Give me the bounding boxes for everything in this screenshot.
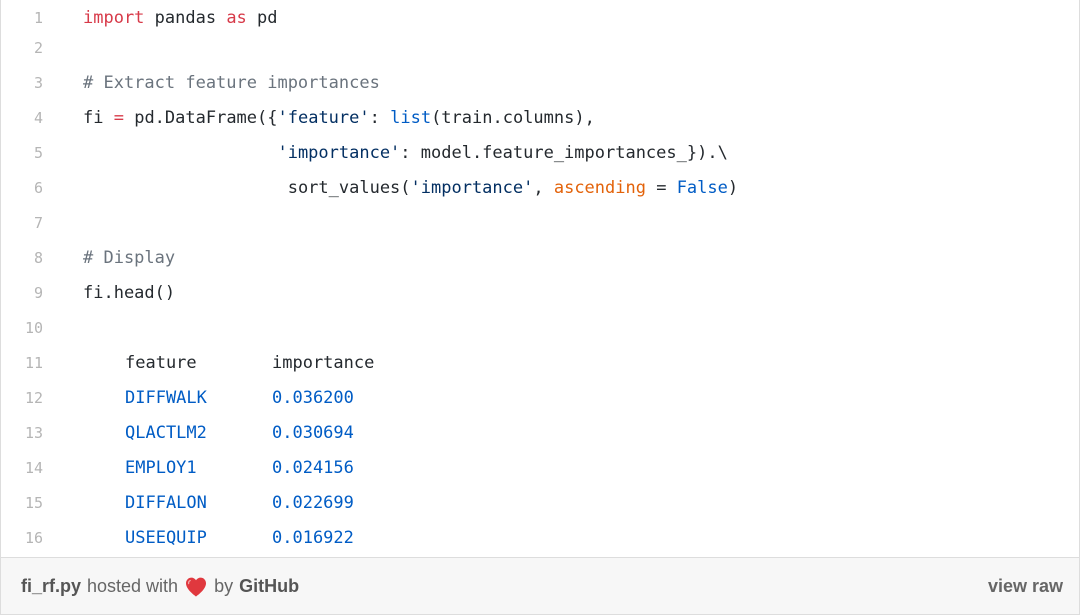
line-number[interactable]: 5 <box>1 144 43 162</box>
code-text: 'importance': model.feature_importances_… <box>83 142 728 163</box>
by-text: by <box>214 576 234 596</box>
keyword-import: import <box>83 7 145 28</box>
gist-meta: fi_rf.py hosted with by GitHub <box>21 558 299 614</box>
hosted-with-text: hosted with <box>87 576 179 596</box>
constant-false: False <box>676 177 728 198</box>
colon: : <box>369 107 391 128</box>
alias-name: pd <box>246 7 278 28</box>
github-link[interactable]: GitHub <box>239 576 299 597</box>
string-importance: 'importance' <box>277 142 401 163</box>
string-feature: 'feature' <box>277 107 370 128</box>
line-number[interactable]: 16 <box>1 529 43 547</box>
rest: : model.feature_importances_}).\ <box>400 142 728 163</box>
line-number[interactable]: 1 <box>1 9 43 27</box>
code-text: fi.head() <box>83 282 176 303</box>
line-number[interactable]: 10 <box>1 319 43 337</box>
code-line-3: 3 # Extract feature importances <box>1 65 1079 100</box>
view-raw-link[interactable]: view raw <box>988 558 1063 614</box>
table-cell-feature: QLACTLM2 <box>125 422 207 443</box>
line-number[interactable]: 12 <box>1 389 43 407</box>
operator-equals: = <box>113 107 124 128</box>
table-row: 13 QLACTLM2 0.030694 <box>1 415 1079 450</box>
code-text: fi = pd.DataFrame({'feature': list(train… <box>83 108 595 128</box>
table-cell-importance: 0.024156 <box>272 457 354 478</box>
code-line-5: 5 'importance': model.feature_importance… <box>1 135 1079 170</box>
equals: = <box>645 177 677 198</box>
line-number[interactable]: 3 <box>1 74 43 92</box>
line-number[interactable]: 7 <box>1 214 43 232</box>
table-cell-feature: DIFFWALK <box>125 387 207 408</box>
table-cell-importance: 0.030694 <box>272 422 354 443</box>
code-line-7: 7 <box>1 205 1079 240</box>
table-row: 12 DIFFWALK 0.036200 <box>1 380 1079 415</box>
code-text: import pandas as pd <box>83 8 278 28</box>
table-cell-importance: 0.036200 <box>272 387 354 408</box>
table-cell-feature: DIFFALON <box>125 492 207 513</box>
code-line-2: 2 <box>1 30 1079 65</box>
line-number[interactable]: 4 <box>1 109 43 127</box>
table-header-feature: feature <box>125 352 197 373</box>
line-number[interactable]: 9 <box>1 284 43 302</box>
builtin-list: list <box>390 107 432 128</box>
comment: # Extract feature importances <box>83 72 380 93</box>
keyword-as: as <box>226 7 247 28</box>
line-number[interactable]: 15 <box>1 494 43 512</box>
variable: fi <box>83 107 114 128</box>
module-name: pandas <box>144 7 227 28</box>
comma: , <box>533 177 554 198</box>
code-line-8: 8 # Display <box>1 240 1079 275</box>
code-line-4: 4 fi = pd.DataFrame({'feature': list(tra… <box>1 100 1079 135</box>
line-number[interactable]: 14 <box>1 459 43 477</box>
call: pd.DataFrame({ <box>123 107 278 128</box>
line-number[interactable]: 8 <box>1 249 43 267</box>
heart-icon <box>184 575 208 599</box>
call: sort_values( <box>287 177 411 198</box>
string-arg: 'importance' <box>410 177 534 198</box>
comment: # Display <box>83 247 176 268</box>
line-number[interactable]: 6 <box>1 179 43 197</box>
code-line-9: 9 fi.head() <box>1 275 1079 310</box>
code-area: 1 import pandas as pd 2 3 # Extract feat… <box>1 0 1079 557</box>
table-cell-importance: 0.016922 <box>272 527 354 548</box>
code-line-10: 10 <box>1 310 1079 345</box>
code-line-11: 11 feature importance <box>1 345 1079 380</box>
code-text: sort_values('importance', ascending = Fa… <box>83 178 738 198</box>
close-paren: ) <box>727 177 739 198</box>
line-number[interactable]: 2 <box>1 39 43 57</box>
code-line-6: 6 sort_values('importance', ascending = … <box>1 170 1079 205</box>
table-cell-feature: USEEQUIP <box>125 527 207 548</box>
table-row: 15 DIFFALON 0.022699 <box>1 485 1079 520</box>
table-row: 14 EMPLOY1 0.024156 <box>1 450 1079 485</box>
param-ascending: ascending <box>553 177 646 198</box>
table-cell-feature: EMPLOY1 <box>125 457 197 478</box>
table-row: 16 USEEQUIP 0.016922 <box>1 520 1079 555</box>
gist-footer: fi_rf.py hosted with by GitHub view raw <box>1 557 1079 614</box>
table-cell-importance: 0.022699 <box>272 492 354 513</box>
table-header-importance: importance <box>272 352 375 373</box>
line-number[interactable]: 13 <box>1 424 43 442</box>
args: (train.columns), <box>431 107 595 128</box>
line-number[interactable]: 11 <box>1 354 43 372</box>
gist-embed: 1 import pandas as pd 2 3 # Extract feat… <box>0 0 1080 615</box>
gist-filename-link[interactable]: fi_rf.py <box>21 576 81 597</box>
